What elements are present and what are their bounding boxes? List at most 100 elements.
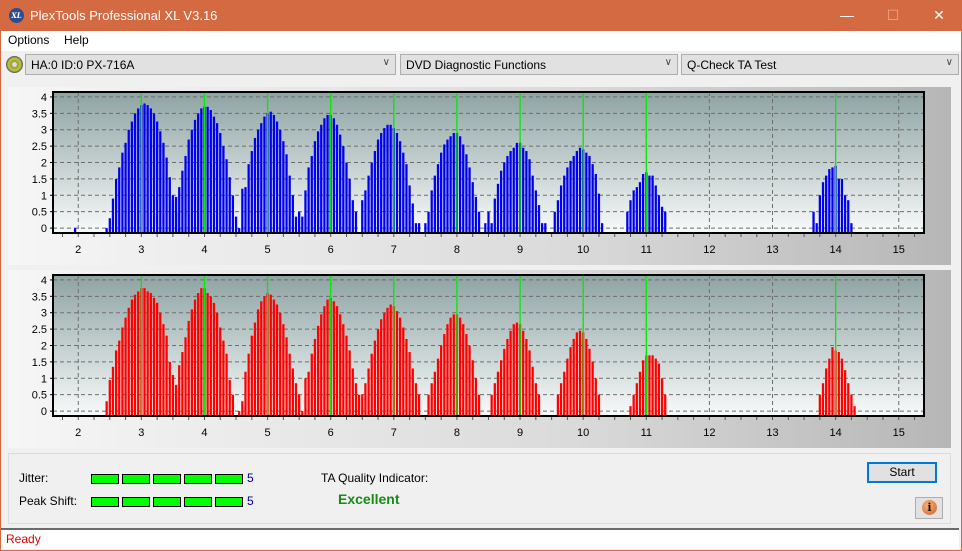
histogram-bar <box>588 348 591 416</box>
histogram-bar <box>190 309 193 416</box>
test-select[interactable]: Q-Check TA Test ∨ <box>681 54 959 75</box>
histogram-bar <box>575 151 578 233</box>
histogram-bar <box>133 294 137 416</box>
histogram-bar <box>499 360 503 416</box>
histogram-bar <box>376 329 380 416</box>
histogram-bar <box>339 134 342 233</box>
y-tick-label: 0.5 <box>32 207 47 219</box>
histogram-bar <box>209 296 212 416</box>
histogram-bar <box>493 383 496 416</box>
histogram-bar <box>114 350 118 416</box>
histogram-bar <box>850 223 853 233</box>
histogram-bar <box>244 187 247 233</box>
y-tick-label: 3 <box>41 125 47 137</box>
histogram-bar <box>247 353 250 416</box>
x-tick-label: 4 <box>201 244 207 256</box>
histogram-bar <box>594 378 597 416</box>
histogram-bar <box>326 114 329 233</box>
histogram-bar <box>187 139 190 233</box>
histogram-bar <box>108 218 111 233</box>
histogram-bar <box>815 223 818 233</box>
histogram-bar <box>446 139 449 233</box>
histogram-bar <box>383 128 386 233</box>
histogram-bar <box>127 129 130 233</box>
histogram-bar <box>840 358 844 416</box>
histogram-bar <box>471 182 474 233</box>
histogram-bar <box>825 175 828 233</box>
y-tick-label: 2 <box>41 341 47 353</box>
histogram-bar <box>367 368 370 416</box>
histogram-bar <box>629 200 632 233</box>
histogram-bar <box>143 288 146 416</box>
histogram-bar <box>225 353 228 416</box>
histogram-bar <box>638 371 642 416</box>
lower-chart-panel: 0 0.5 1 1.5 2 2.5 3 3.5 4 2 3 4 5 6 7 8 9 10 11 12 13 14 15 <box>8 270 951 448</box>
histogram-bar <box>417 394 421 416</box>
histogram-bar <box>553 211 556 233</box>
y-tick-label: 0 <box>41 223 47 235</box>
histogram-bar <box>506 155 509 233</box>
histogram-bar <box>850 394 853 416</box>
drive-select[interactable]: HA:0 ID:0 PX-716A ∨ <box>25 54 396 75</box>
x-tick-label: 8 <box>454 427 460 439</box>
histogram-bar <box>361 200 364 233</box>
histogram-bar <box>323 306 326 416</box>
histogram-bar <box>828 358 831 416</box>
jitter-segment <box>153 474 181 484</box>
histogram-bar <box>818 394 821 416</box>
histogram-bar <box>357 394 361 416</box>
info-button[interactable]: i <box>915 497 943 519</box>
menu-help[interactable]: Help <box>64 33 89 47</box>
histogram-bar <box>313 141 317 233</box>
histogram-bar <box>133 113 137 233</box>
histogram-bar <box>635 187 638 233</box>
histogram-bar <box>263 296 266 416</box>
histogram-bar <box>515 142 519 233</box>
x-tick-label: 15 <box>893 244 905 256</box>
function-select[interactable]: DVD Diagnostic Functions ∨ <box>400 54 678 75</box>
histogram-bar <box>288 175 291 233</box>
histogram-bar <box>499 170 503 233</box>
jitter-value: 5 <box>247 471 254 485</box>
histogram-bar <box>585 152 588 233</box>
histogram-bar <box>821 383 825 416</box>
y-tick-label: 3 <box>41 308 47 320</box>
histogram-bar <box>298 394 301 416</box>
histogram-bar <box>831 347 834 416</box>
menu-options[interactable]: Options <box>8 33 49 47</box>
x-tick-label: 3 <box>138 244 144 256</box>
histogram-bar <box>443 334 446 416</box>
histogram-bar <box>405 164 408 233</box>
histogram-bar <box>143 103 146 233</box>
histogram-bar <box>471 360 474 416</box>
peak-shift-label: Peak Shift: <box>19 494 78 508</box>
minimize-button[interactable]: — <box>824 0 870 31</box>
maximize-button[interactable]: ☐ <box>870 0 916 31</box>
histogram-bar <box>171 375 175 416</box>
histogram-bar <box>354 211 358 233</box>
histogram-bar <box>512 147 515 233</box>
histogram-bar <box>657 363 661 416</box>
histogram-bar <box>651 175 654 233</box>
close-button[interactable]: ✕ <box>916 0 962 31</box>
histogram-bar <box>440 345 443 416</box>
histogram-bar <box>585 338 588 416</box>
histogram-bar <box>146 105 149 233</box>
histogram-bar <box>853 406 856 416</box>
histogram-bar <box>193 119 197 233</box>
ta-quality-value: Excellent <box>338 491 400 507</box>
histogram-bar <box>351 200 354 233</box>
peak-shift-value: 5 <box>247 494 254 508</box>
histogram-bar <box>260 301 263 416</box>
peak-shift-segment <box>153 497 181 507</box>
histogram-bar <box>837 178 840 233</box>
histogram-bar <box>294 216 298 233</box>
histogram-bar <box>298 211 301 233</box>
histogram-bar <box>269 294 272 416</box>
x-tick-label: 10 <box>577 427 589 439</box>
histogram-bar <box>212 302 216 416</box>
start-button[interactable]: Start <box>867 462 937 483</box>
histogram-bar <box>282 141 285 233</box>
histogram-bar <box>288 353 291 416</box>
y-tick-label: 2.5 <box>32 141 47 153</box>
